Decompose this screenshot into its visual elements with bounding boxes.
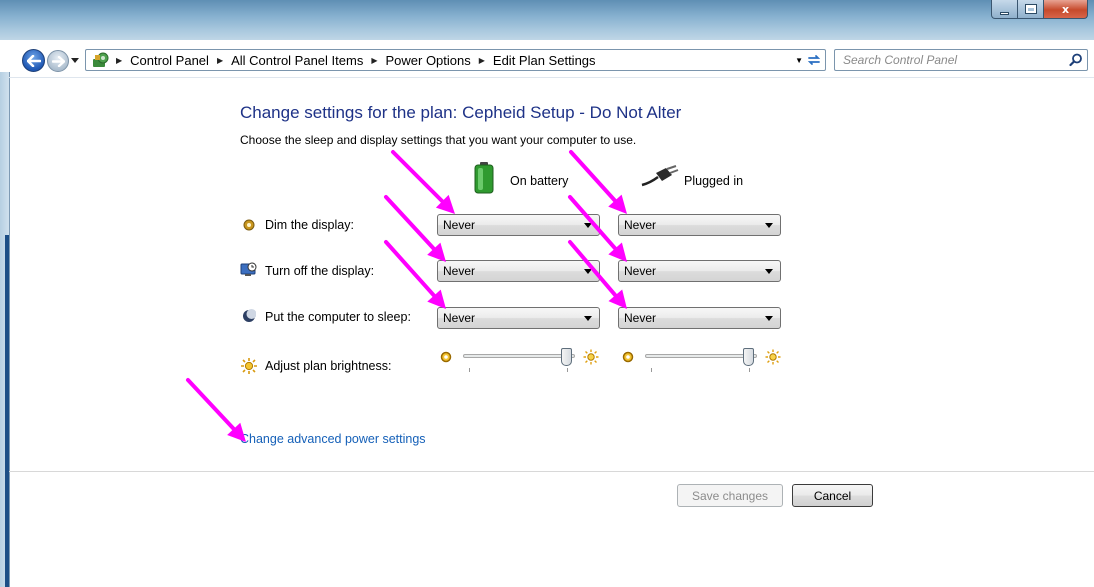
save-changes-button[interactable]: Save changes (677, 484, 783, 507)
breadcrumb-item-power-options[interactable]: Power Options (385, 53, 470, 68)
back-arrow-icon (26, 54, 41, 67)
close-button[interactable]: x (1044, 0, 1088, 19)
chevron-down-icon (765, 269, 773, 274)
chevron-down-icon (71, 58, 79, 63)
address-history-dropdown[interactable]: ▼ (795, 56, 803, 65)
turn-off-display-plugged-select[interactable]: Never (618, 260, 781, 282)
turn-off-display-plugged-value: Never (624, 264, 657, 278)
annotation-arrows (186, 150, 627, 442)
brightness-high-icon (765, 349, 781, 365)
chevron-down-icon (765, 223, 773, 228)
breadcrumb-separator[interactable]: ▶ (217, 56, 223, 65)
chevron-down-icon (584, 223, 592, 228)
dim-display-battery-value: Never (443, 218, 476, 232)
brightness-high-icon (583, 349, 599, 365)
maximize-button[interactable] (1018, 0, 1044, 19)
back-button[interactable] (22, 49, 45, 72)
forward-button[interactable] (47, 50, 69, 72)
chevron-down-icon (765, 316, 773, 321)
dim-display-icon (240, 216, 258, 234)
turn-off-display-label: Turn off the display: (265, 264, 375, 278)
on-battery-column-header: On battery (510, 174, 569, 188)
refresh-icon (807, 55, 821, 65)
annotation-arrow-shaft (384, 195, 436, 251)
search-input[interactable]: Search Control Panel (834, 49, 1088, 71)
recent-pages-dropdown[interactable] (70, 56, 80, 66)
brightness-sun-icon (241, 358, 257, 374)
brightness-battery-thumb[interactable] (561, 348, 572, 366)
minimize-button[interactable] (991, 0, 1018, 19)
content-top-divider (9, 77, 1094, 78)
battery-icon (474, 162, 494, 194)
advanced-power-settings-link[interactable]: Change advanced power settings (240, 432, 426, 446)
address-bar[interactable]: ▶ Control Panel ▶ All Control Panel Item… (85, 49, 826, 71)
chevron-down-icon (584, 316, 592, 321)
refresh-button[interactable] (806, 52, 822, 68)
page-title: Change settings for the plan: Cepheid Se… (240, 103, 682, 122)
forward-arrow-icon (51, 55, 65, 67)
window-titlebar: x (0, 0, 1094, 40)
navigation-bar: ▶ Control Panel ▶ All Control Panel Item… (0, 46, 1094, 72)
breadcrumb-item-all-items[interactable]: All Control Panel Items (231, 53, 363, 68)
brightness-low-icon (622, 351, 634, 363)
turn-off-display-battery-value: Never (443, 264, 476, 278)
chevron-down-icon (584, 269, 592, 274)
annotation-arrow-shaft (186, 378, 236, 431)
cancel-button[interactable]: Cancel (792, 484, 873, 507)
breadcrumb-separator[interactable]: ▶ (371, 56, 377, 65)
breadcrumb-item-edit-plan[interactable]: Edit Plan Settings (493, 53, 596, 68)
dim-display-label: Dim the display: (265, 218, 354, 232)
sleep-plugged-value: Never (624, 311, 657, 325)
sleep-battery-select[interactable]: Never (437, 307, 600, 329)
brightness-battery-slider[interactable] (463, 348, 575, 374)
breadcrumb-item-control-panel[interactable]: Control Panel (130, 53, 209, 68)
brightness-label: Adjust plan brightness: (265, 359, 392, 373)
dim-display-battery-select[interactable]: Never (437, 214, 600, 236)
annotation-arrow-shaft (391, 150, 445, 204)
sleep-moon-icon (240, 307, 258, 325)
footer-divider (9, 471, 1094, 472)
maximize-icon (1024, 4, 1037, 14)
annotation-arrow-shaft (384, 240, 436, 298)
close-icon: x (1061, 2, 1070, 16)
sleep-label: Put the computer to sleep: (265, 310, 411, 324)
breadcrumb-separator[interactable]: ▶ (479, 56, 485, 65)
brightness-low-icon (440, 351, 452, 363)
search-icon[interactable] (1069, 53, 1083, 67)
breadcrumb: Control Panel ▶ All Control Panel Items … (130, 53, 595, 68)
annotation-arrow-head (435, 194, 455, 214)
turn-off-display-battery-select[interactable]: Never (437, 260, 600, 282)
plugged-in-column-header: Plugged in (684, 174, 744, 188)
search-placeholder: Search Control Panel (843, 53, 958, 67)
sleep-plugged-select[interactable]: Never (618, 307, 781, 329)
brightness-plugged-slider[interactable] (645, 348, 757, 374)
dim-display-plugged-select[interactable]: Never (618, 214, 781, 236)
monitor-clock-icon (240, 261, 258, 279)
annotation-arrow-shaft (569, 150, 617, 203)
page-subtitle: Choose the sleep and display settings th… (240, 133, 637, 147)
plug-icon (641, 165, 679, 187)
window-left-line (9, 72, 10, 587)
annotation-arrow-head (608, 194, 627, 214)
sleep-battery-value: Never (443, 311, 476, 325)
window-controls: x (991, 0, 1088, 20)
control-panel-icon (93, 52, 109, 67)
brightness-plugged-thumb[interactable] (743, 348, 754, 366)
breadcrumb-separator: ▶ (116, 55, 123, 65)
annotation-arrow-group (186, 150, 627, 442)
dim-display-plugged-value: Never (624, 218, 657, 232)
minimize-icon (1000, 11, 1009, 15)
